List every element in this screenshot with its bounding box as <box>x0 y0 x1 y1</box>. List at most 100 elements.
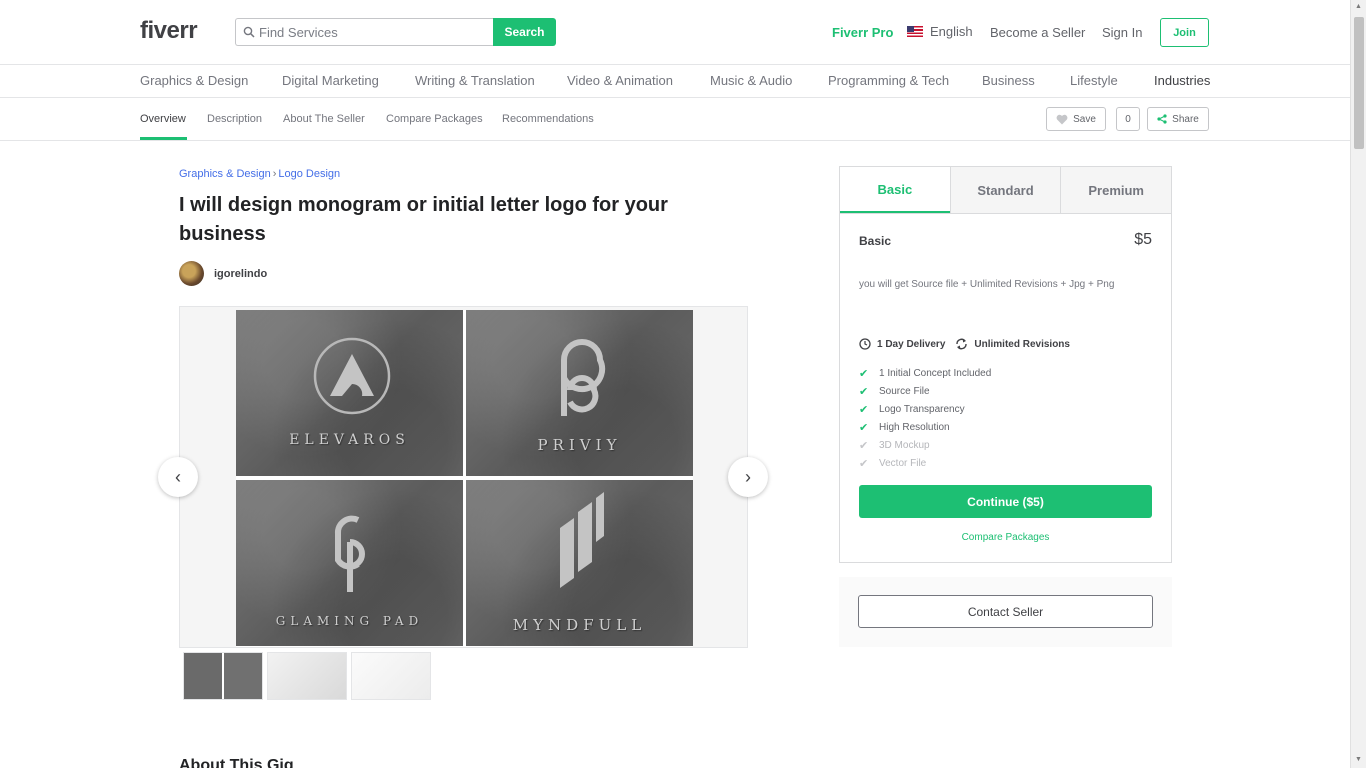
feature-label: High Resolution <box>879 421 950 433</box>
seller-avatar[interactable] <box>179 261 204 286</box>
become-seller-link[interactable]: Become a Seller <box>990 25 1085 40</box>
monogram-p-icon <box>561 339 606 416</box>
share-button[interactable]: Share <box>1147 107 1209 131</box>
package-features: ✔ 1 Initial Concept Included ✔ Source File… <box>859 364 991 472</box>
page-scrollbar[interactable]: ▲ ▼ <box>1350 0 1366 768</box>
package-tab-basic[interactable]: Basic <box>840 167 950 213</box>
us-flag-icon <box>907 26 923 37</box>
search-button[interactable]: Search <box>493 18 556 46</box>
save-count: 0 <box>1116 107 1140 131</box>
refresh-icon <box>956 338 968 350</box>
breadcrumb-separator: › <box>272 168 277 180</box>
category-writing-translation[interactable]: Writing & Translation <box>415 73 535 88</box>
category-programming-tech[interactable]: Programming & Tech <box>828 73 949 88</box>
check-icon: ✔ <box>859 421 869 434</box>
contact-seller-button[interactable]: Contact Seller <box>858 595 1153 628</box>
breadcrumb-logo-design[interactable]: Logo Design <box>278 168 340 180</box>
revisions-label: Unlimited Revisions <box>974 338 1070 350</box>
gallery-tile-elevaros: ELEVAROS <box>236 310 463 476</box>
package-tab-standard[interactable]: Standard <box>949 167 1061 213</box>
feature-item: ✔ Vector File <box>859 454 991 472</box>
gallery-prev-button[interactable]: ‹ <box>158 457 198 497</box>
delivery-label: 1 Day Delivery <box>877 338 946 350</box>
gig-title: I will design monogram or initial letter… <box>179 194 668 245</box>
tab-recommendations[interactable]: Recommendations <box>502 113 594 125</box>
feature-label: 1 Initial Concept Included <box>879 367 992 379</box>
search-input[interactable] <box>259 24 479 40</box>
continue-button[interactable]: Continue ($5) <box>859 485 1152 518</box>
package-tabs: Basic Standard Premium <box>840 167 1171 214</box>
gallery-thumbnail[interactable] <box>183 652 263 700</box>
breadcrumb: Graphics & Design › Logo Design <box>179 168 340 180</box>
gallery-tile-glaming-pad: GLAMING PAD <box>236 480 463 646</box>
scroll-down-icon[interactable]: ▼ <box>1355 756 1362 763</box>
save-button[interactable]: Save <box>1046 107 1106 131</box>
check-icon: ✔ <box>859 367 869 380</box>
gallery-tile-priviy: PRIVIY <box>466 310 693 476</box>
fiverr-logo[interactable]: fiverr <box>140 17 198 45</box>
feature-label: 3D Mockup <box>879 439 930 451</box>
feature-label: Source File <box>879 385 930 397</box>
feature-label: Logo Transparency <box>879 403 965 415</box>
sign-in-link[interactable]: Sign In <box>1102 25 1142 40</box>
language-selector[interactable]: English <box>907 24 973 39</box>
share-icon <box>1157 114 1167 124</box>
category-lifestyle[interactable]: Lifestyle <box>1070 73 1118 88</box>
active-tab-indicator <box>140 137 187 140</box>
tab-description[interactable]: Description <box>207 113 262 125</box>
category-video-animation[interactable]: Video & Animation <box>567 73 673 88</box>
category-digital-marketing[interactable]: Digital Marketing <box>282 73 379 88</box>
gallery-main-image[interactable]: ELEVAROS PRIVIY GLAMING PAD MYNDFULL <box>236 310 693 647</box>
category-music-audio[interactable]: Music & Audio <box>710 73 792 88</box>
package-description: you will get Source file + Unlimited Rev… <box>859 279 1115 290</box>
package-price: $5 <box>1134 231 1152 248</box>
search-icon <box>243 26 255 38</box>
monogram-f-icon <box>560 492 604 588</box>
compare-packages-link[interactable]: Compare Packages <box>840 532 1171 543</box>
delivery-info: 1 Day Delivery <box>859 338 945 350</box>
gallery-word: PRIVIY <box>537 436 622 454</box>
monogram-a-icon <box>313 337 391 415</box>
tab-overview[interactable]: Overview <box>140 113 186 125</box>
gallery-next-button[interactable]: › <box>728 457 768 497</box>
feature-item: ✔ Logo Transparency <box>859 400 991 418</box>
check-icon: ✔ <box>859 439 869 452</box>
feature-item: ✔ 1 Initial Concept Included <box>859 364 991 382</box>
chevron-left-icon: ‹ <box>175 466 181 487</box>
gallery-word: MYNDFULL <box>512 616 647 634</box>
gallery-word: GLAMING PAD <box>275 614 424 628</box>
revisions-info: Unlimited Revisions <box>955 338 1070 350</box>
check-icon: ✔ <box>859 403 869 416</box>
tab-compare-packages[interactable]: Compare Packages <box>386 113 483 125</box>
site-header: fiverr Search Fiverr Pro English Become … <box>0 0 1350 65</box>
scroll-thumb[interactable] <box>1354 17 1364 149</box>
package-card: Basic Standard Premium Basic $5 you will… <box>839 166 1172 563</box>
breadcrumb-graphics-design[interactable]: Graphics & Design <box>179 168 271 180</box>
save-label: Save <box>1073 113 1096 125</box>
feature-item: ✔ 3D Mockup <box>859 436 991 454</box>
package-tab-premium[interactable]: Premium <box>1060 167 1171 213</box>
monogram-gp-icon <box>334 515 365 592</box>
feature-label: Vector File <box>879 457 927 469</box>
category-nav: Graphics & Design Digital Marketing Writ… <box>0 65 1350 98</box>
fiverr-pro-link[interactable]: Fiverr Pro <box>832 25 893 40</box>
tab-about-seller[interactable]: About The Seller <box>283 113 365 125</box>
seller-name[interactable]: igorelindo <box>214 268 267 280</box>
clock-icon <box>859 338 871 350</box>
scroll-up-icon[interactable]: ▲ <box>1355 3 1362 10</box>
gallery-thumbnail[interactable] <box>351 652 431 700</box>
gallery-tile-myndfull: MYNDFULL <box>466 480 693 646</box>
heart-icon <box>1056 114 1068 124</box>
feature-item: ✔ Source File <box>859 382 991 400</box>
check-icon: ✔ <box>859 457 869 470</box>
share-label: Share <box>1172 113 1199 125</box>
check-icon: ✔ <box>859 385 869 398</box>
category-industries[interactable]: Industries <box>1154 73 1210 88</box>
category-graphics-design[interactable]: Graphics & Design <box>140 73 248 88</box>
category-business[interactable]: Business <box>982 73 1035 88</box>
gallery-thumbnail[interactable] <box>267 652 347 700</box>
seller-info: igorelindo <box>179 261 267 286</box>
package-meta: 1 Day Delivery Unlimited Revisions <box>859 338 1070 350</box>
search-field[interactable] <box>235 18 493 46</box>
join-button[interactable]: Join <box>1160 18 1209 47</box>
